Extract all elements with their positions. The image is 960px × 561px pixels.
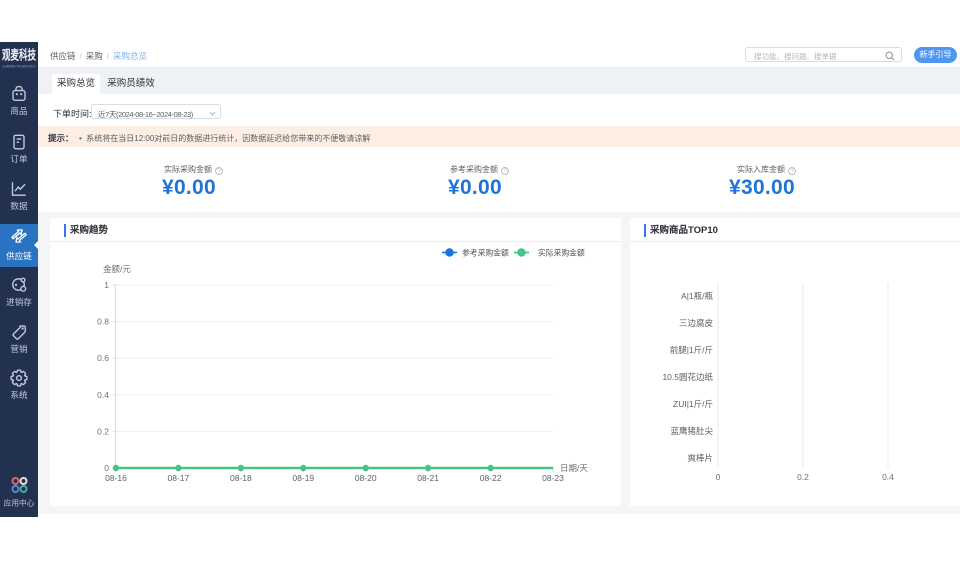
svg-text:08-18: 08-18 [230, 473, 252, 483]
svg-text:金额/元: 金额/元 [103, 264, 131, 274]
svg-text:0.4: 0.4 [97, 390, 109, 400]
svg-text:0.4: 0.4 [882, 472, 894, 482]
svg-text:08-21: 08-21 [417, 473, 439, 483]
svg-text:08-19: 08-19 [292, 473, 314, 483]
svg-text:0.2: 0.2 [97, 426, 109, 436]
svg-text:0.8: 0.8 [97, 317, 109, 327]
svg-text:观麦科技: 观麦科技 [2, 48, 37, 63]
svg-text:参考采购金额: 参考采购金额 [462, 247, 509, 257]
svg-text:日期/天: 日期/天 [560, 463, 588, 473]
svg-text:10.5圆花边纸: 10.5圆花边纸 [662, 372, 713, 382]
svg-text:08-20: 08-20 [355, 473, 377, 483]
svg-text:三边腐皮: 三边腐皮 [679, 318, 714, 328]
svg-text:08-23: 08-23 [542, 473, 564, 483]
svg-text:08-22: 08-22 [480, 473, 502, 483]
svg-text:08-17: 08-17 [168, 473, 190, 483]
svg-text:GUANMAI TECHNOLOGY: GUANMAI TECHNOLOGY [3, 65, 37, 69]
svg-text:ZUI|1斤/斤: ZUI|1斤/斤 [673, 399, 713, 409]
svg-text:实际采购金额: 实际采购金额 [538, 247, 585, 257]
svg-text:0.2: 0.2 [797, 472, 809, 482]
svg-text:前腿|1斤/斤: 前腿|1斤/斤 [670, 345, 713, 355]
svg-text:1: 1 [104, 280, 109, 290]
svg-text:A|1瓶/瓶: A|1瓶/瓶 [681, 291, 713, 301]
svg-text:0: 0 [104, 463, 109, 473]
svg-text:爽棒片: 爽棒片 [687, 453, 713, 463]
svg-text:蓝鹰猪肚尖: 蓝鹰猪肚尖 [670, 426, 713, 436]
svg-text:0: 0 [716, 472, 721, 482]
svg-text:08-16: 08-16 [105, 473, 127, 483]
svg-text:0.6: 0.6 [97, 353, 109, 363]
